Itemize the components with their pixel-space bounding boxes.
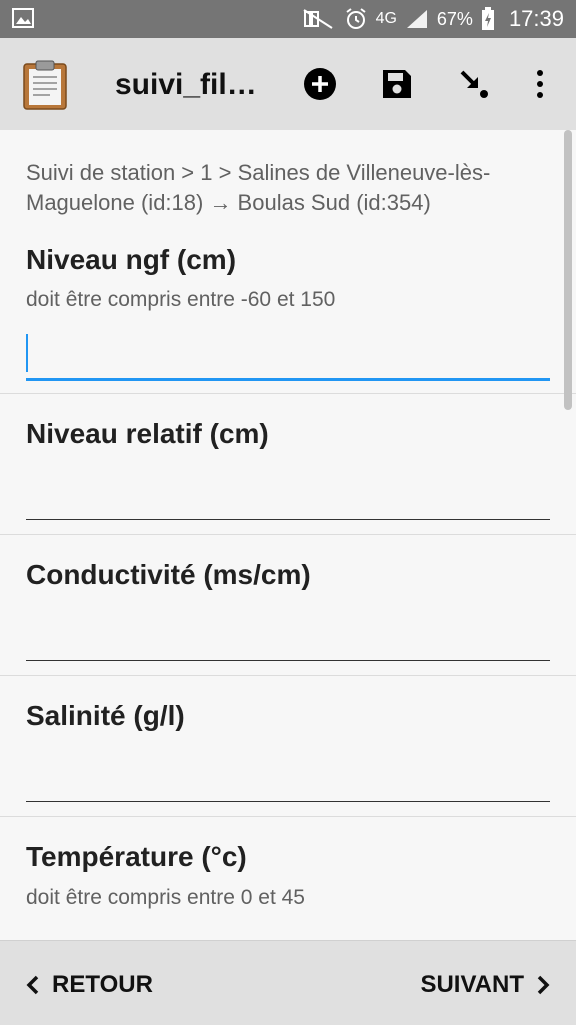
field-label: Salinité (g/l)	[26, 700, 185, 731]
battery-percent: 67%	[436, 8, 473, 29]
field-label: Niveau ngf (cm)	[26, 244, 237, 275]
scrollbar[interactable]	[564, 130, 572, 410]
clipboard-icon[interactable]	[22, 60, 68, 110]
divider	[0, 393, 576, 394]
field-hint: doit être compris entre -60 et 150	[26, 288, 336, 311]
more-options-button[interactable]	[518, 62, 562, 106]
field-label: Niveau relatif (cm)	[26, 418, 269, 449]
back-button[interactable]: RETOUR	[26, 971, 153, 999]
conductivite-input[interactable]	[26, 614, 550, 658]
divider	[0, 816, 576, 817]
divider	[0, 675, 576, 676]
field-label: Conductivité (ms/cm)	[26, 559, 311, 590]
input-underline	[26, 660, 550, 661]
signal-icon	[406, 10, 427, 28]
salinite-input[interactable]	[26, 755, 550, 799]
niveau-relatif-input[interactable]	[26, 473, 550, 517]
battery-icon	[481, 7, 494, 30]
save-button[interactable]	[375, 62, 419, 106]
field-label: Température (°c)	[26, 841, 247, 872]
niveau-ngf-input[interactable]	[26, 332, 550, 376]
save-icon	[383, 70, 411, 98]
more-icon	[537, 70, 543, 98]
input-underline	[26, 801, 550, 802]
breadcrumb: Suivi de station > 1 > Salines de Villen…	[26, 160, 491, 215]
go-to-icon	[460, 70, 488, 98]
alarm-icon	[345, 8, 366, 29]
chevron-left-icon	[26, 975, 39, 995]
divider	[0, 534, 576, 535]
add-button[interactable]	[298, 62, 342, 106]
bottom-navigation: RETOUR SUIVANT	[0, 940, 576, 1025]
input-underline	[26, 519, 550, 520]
next-label: SUIVANT	[420, 971, 524, 998]
app-title: suivi_fil…	[115, 68, 257, 101]
status-bar: 4G 67% 17:39	[0, 0, 576, 38]
back-label: RETOUR	[52, 971, 153, 998]
field-hint: doit être compris entre 0 et 45	[26, 886, 305, 909]
network-type: 4G	[375, 10, 397, 27]
temperature-input[interactable]	[26, 926, 550, 940]
form-content[interactable]: Suivi de station > 1 > Salines de Villen…	[0, 130, 576, 940]
input-underline	[26, 378, 550, 381]
clock: 17:39	[508, 6, 564, 31]
next-button[interactable]: SUIVANT	[420, 971, 550, 999]
text-cursor	[26, 334, 28, 372]
chevron-right-icon	[537, 975, 550, 995]
image-icon	[12, 8, 34, 28]
mute-icon	[303, 9, 333, 29]
go-to-button[interactable]	[452, 62, 496, 106]
app-bar: suivi_fil…	[0, 38, 576, 130]
add-icon	[304, 68, 336, 100]
